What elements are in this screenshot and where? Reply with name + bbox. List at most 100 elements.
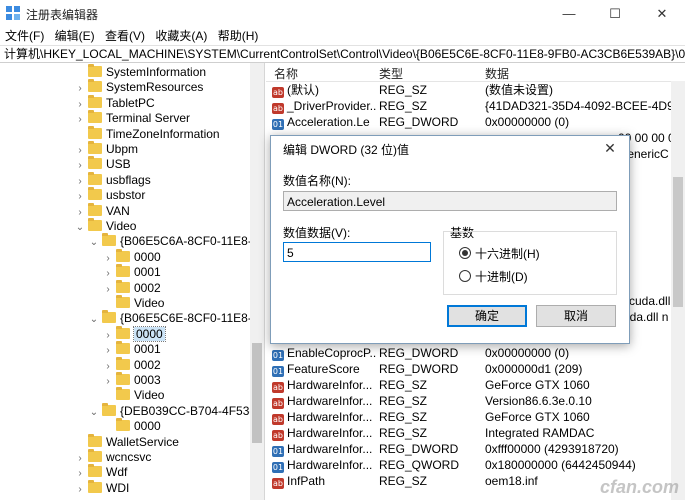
list-scroll-thumb[interactable] [673, 177, 683, 307]
value-type-cell: REG_DWORD [379, 346, 459, 360]
value-name-cell: 01 Acceleration.Le [272, 114, 376, 130]
minimize-icon[interactable]: — [546, 0, 592, 27]
table-row[interactable]: ab HardwareInfor... REG_SZ Integrated RAMDA… [266, 425, 685, 441]
header-data[interactable]: 数据 [485, 65, 509, 82]
tree-item[interactable]: 0000 [102, 418, 161, 434]
menu-edit[interactable]: 编辑(E) [50, 27, 95, 45]
header-type[interactable]: 类型 [379, 65, 403, 82]
hex-radio[interactable]: 十六进制(H) [459, 245, 540, 262]
chevron-right-icon[interactable]: › [74, 482, 86, 498]
table-row[interactable]: ab HardwareInfor... REG_SZ GeForce GTX 1060 [266, 377, 685, 393]
menu-file[interactable]: 文件(F) [0, 27, 44, 45]
tree-item[interactable]: Video [102, 295, 164, 311]
value-data-input[interactable]: 5 [283, 242, 431, 262]
close-icon[interactable]: ✕ [597, 137, 623, 159]
tree-item[interactable]: Video [102, 387, 164, 403]
tree-item[interactable]: › 0003 [102, 372, 161, 388]
tree-item-label: 0001 [134, 342, 161, 357]
folder-icon [88, 141, 102, 154]
string-value-icon: ab [272, 414, 284, 425]
chevron-down-icon[interactable]: ⌄ [88, 405, 100, 421]
tree-item-label: usbflags [106, 172, 151, 187]
list-scrollbar[interactable] [671, 81, 685, 500]
value-type-cell: REG_QWORD [379, 458, 460, 472]
table-row[interactable]: 01 FeatureScore REG_DWORD 0x000000d1 (209) [266, 361, 685, 377]
tree-item[interactable]: › VAN [74, 202, 130, 219]
tree-item[interactable]: › SystemResources [74, 79, 203, 95]
dec-radio[interactable]: 十进制(D) [459, 268, 528, 285]
tree-item[interactable]: SystemInformation [74, 64, 206, 80]
value-name-cell: 01 HardwareInfor... [272, 457, 376, 473]
tree-item[interactable]: › 0002 [102, 356, 161, 373]
value-type-cell: REG_SZ [379, 410, 428, 424]
value-data-cell: GeForce GTX 1060 [485, 410, 590, 424]
table-row[interactable]: 01 HardwareInfor... REG_DWORD 0xfff00000 (4… [266, 441, 685, 457]
table-row[interactable]: 01 HardwareInfor... REG_QWORD 0x180000000 (… [266, 457, 685, 473]
chevron-down-icon[interactable]: ⌄ [74, 220, 86, 236]
window-title: 注册表编辑器 [26, 8, 99, 22]
tree-item-label: {DEB039CC-B704-4F53-B [120, 403, 262, 418]
tree-item-label: 0000 [133, 325, 166, 342]
tree-item[interactable]: › 0000 [102, 325, 166, 342]
header-name[interactable]: 名称 [274, 65, 298, 82]
tree-item-label: WDI [106, 480, 130, 495]
tree-item[interactable]: ⌄ {B06E5C6A-8CF0-11E8-9 [88, 233, 259, 249]
tree-item[interactable]: ⌄ Video [74, 218, 136, 234]
tree-item[interactable]: › 0001 [102, 341, 161, 357]
menu-view[interactable]: 查看(V) [100, 27, 145, 45]
value-name-cell: ab _DriverProvider... [272, 98, 376, 114]
tree-item[interactable]: ⌄ {DEB039CC-B704-4F53-B [88, 402, 262, 421]
tree-item[interactable]: › Wdf [74, 464, 127, 480]
tree-item[interactable]: › TabletPC [74, 94, 155, 111]
tree-item[interactable]: › usbstor [74, 187, 145, 203]
tree-item[interactable]: › USB [74, 156, 131, 172]
radio-unselected-icon[interactable] [459, 270, 471, 282]
table-row[interactable]: ab HardwareInfor... REG_SZ GeForce GTX 1060 [266, 409, 685, 425]
tree-item[interactable]: › 0000 [102, 248, 161, 265]
tree-item-label: Terminal Server [106, 111, 191, 126]
value-data-cell: {41DAD321-35D4-4092-BCEE-4D90 [485, 99, 671, 113]
close-icon[interactable]: ✕ [639, 0, 685, 27]
tree-item[interactable]: › WDI [74, 479, 130, 498]
tree-item-label: VAN [106, 203, 130, 218]
table-row[interactable]: ab HardwareInfor... REG_SZ Version86.6.3e.0… [266, 393, 685, 409]
value-data-cell: GeForce GTX 1060 [485, 378, 590, 392]
value-data-cell: Integrated RAMDAC [485, 426, 595, 440]
folder-icon [102, 310, 116, 324]
binary-value-icon: 01 [272, 119, 284, 130]
tree-item[interactable]: › Ubpm [74, 141, 138, 157]
tree-item[interactable]: › usbflags [74, 171, 151, 188]
tree-scroll-thumb[interactable] [252, 343, 262, 443]
tree-item[interactable]: ⌄ {B06E5C6E-8CF0-11E8-9F [88, 310, 264, 328]
string-value-icon: ab [272, 398, 284, 409]
value-data-cell: 0x180000000 (6442450944) [485, 458, 636, 472]
table-row[interactable]: ab _DriverProvider... REG_SZ {41DAD321-35D4… [266, 98, 685, 114]
tree-item-label: Video [106, 219, 137, 233]
address-bar[interactable]: 计算机\HKEY_LOCAL_MACHINE\SYSTEM\CurrentCon… [0, 45, 685, 63]
folder-icon [88, 464, 102, 478]
tree-scrollbar[interactable] [250, 63, 264, 500]
ok-button[interactable]: 确定 [447, 305, 527, 327]
menu-favorites[interactable]: 收藏夹(A) [150, 27, 207, 45]
tree-item[interactable]: › Terminal Server [74, 110, 190, 126]
tree-item[interactable]: TimeZoneInformation [74, 125, 220, 142]
chevron-down-icon[interactable]: ⌄ [88, 235, 100, 251]
table-row[interactable]: 01 Acceleration.Le REG_DWORD 0x00000000 (0) [266, 114, 685, 130]
maximize-icon[interactable]: ☐ [592, 0, 638, 27]
value-name-field: Acceleration.Level [283, 191, 617, 211]
folder-icon [88, 479, 102, 493]
cancel-button[interactable]: 取消 [536, 305, 616, 327]
folder-icon [116, 295, 130, 308]
value-name-cell: 01 HardwareInfor... [272, 441, 376, 457]
menu-help[interactable]: 帮助(H) [213, 27, 259, 45]
tree-item[interactable]: WalletService [74, 433, 179, 450]
tree-item-label: usbstor [106, 188, 146, 203]
radio-selected-icon[interactable] [459, 247, 471, 259]
table-row[interactable]: ab (默认) REG_SZ (数值未设置) [266, 82, 685, 98]
tree-item[interactable]: › 0001 [102, 264, 161, 280]
chevron-down-icon[interactable]: ⌄ [88, 312, 100, 328]
tree-item[interactable]: › 0002 [102, 279, 161, 296]
tree-item[interactable]: › wcncsvc [74, 449, 151, 465]
tree-item-label: 0001 [134, 265, 161, 280]
table-row[interactable]: 01 EnableCoprocP... REG_DWORD 0x00000000 (0… [266, 345, 685, 361]
